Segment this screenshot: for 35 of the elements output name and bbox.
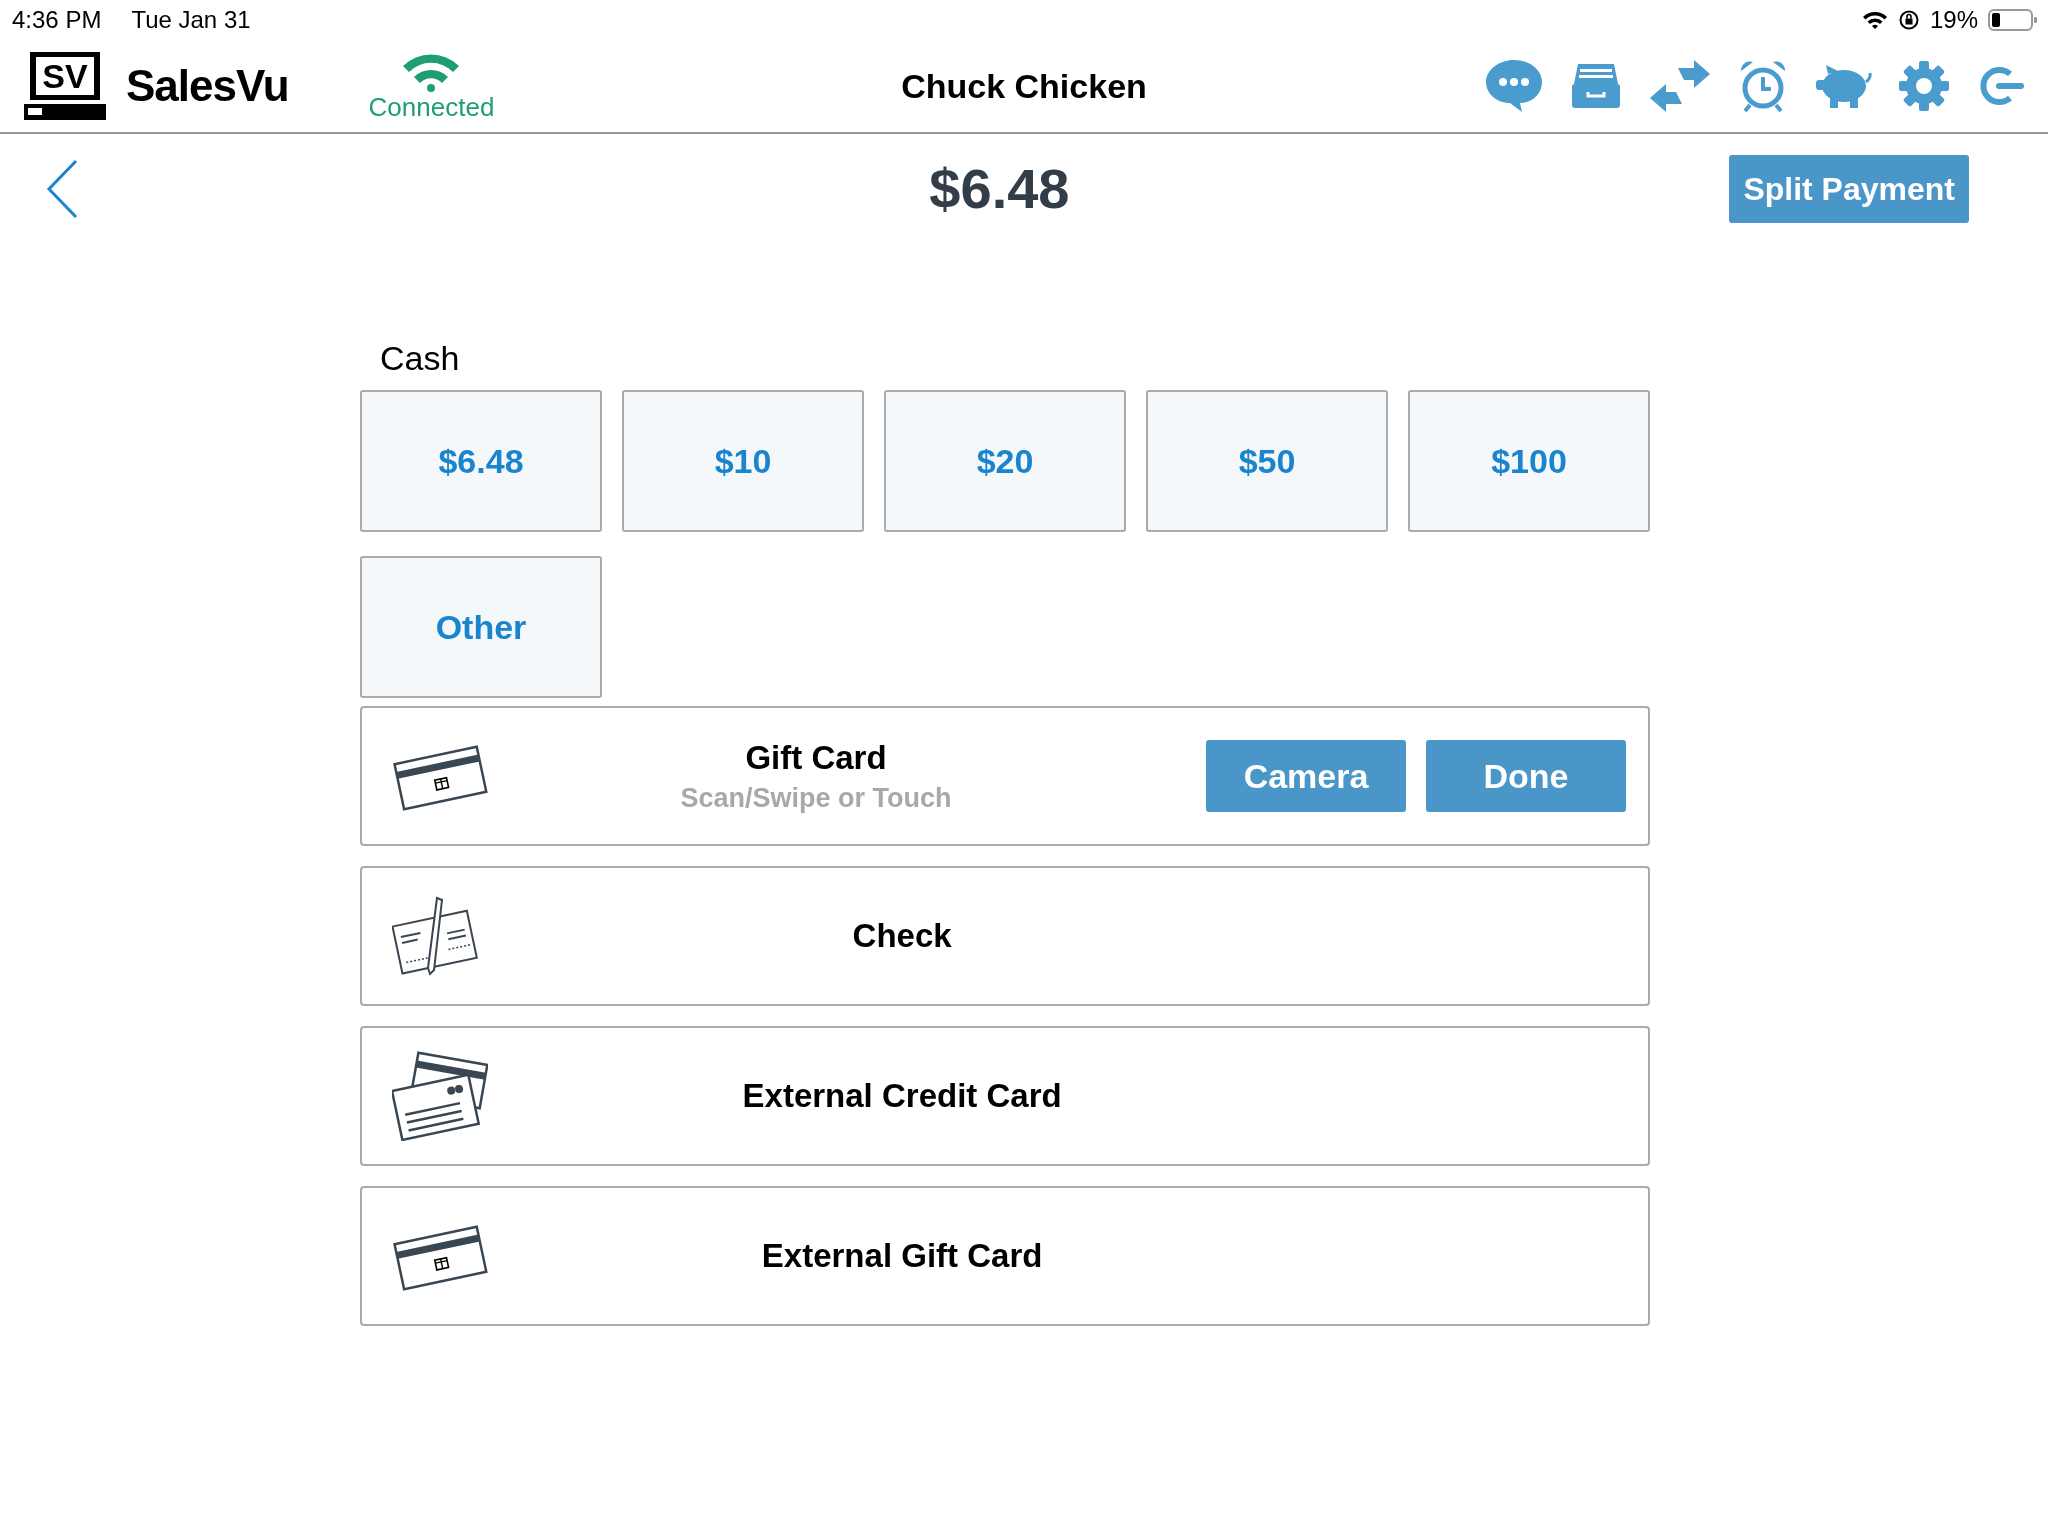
piggy-bank-icon[interactable] bbox=[1814, 62, 1872, 110]
check-with-pen-icon bbox=[392, 894, 478, 978]
payment-method-row[interactable]: Check bbox=[360, 866, 1650, 1006]
payment-method-label: External Gift Card bbox=[761, 1237, 1043, 1275]
status-time: 4:36 PM bbox=[12, 6, 102, 34]
cash-label: Cash bbox=[380, 339, 461, 378]
battery-percent: 19% bbox=[1929, 6, 1978, 34]
swap-arrows-icon[interactable] bbox=[1648, 60, 1712, 112]
store-name: Chuck Chicken bbox=[901, 66, 1147, 106]
settings-icon[interactable] bbox=[1898, 60, 1950, 112]
battery-icon bbox=[1988, 9, 2038, 31]
connection-status: Connected bbox=[368, 91, 495, 123]
cash-amount-button[interactable]: $6.48 bbox=[360, 390, 602, 532]
payment-method-row[interactable]: External Gift Card bbox=[360, 1186, 1650, 1326]
payment-method-label: External Credit Card bbox=[742, 1077, 1062, 1115]
payment-method-row[interactable]: External Credit Card bbox=[360, 1026, 1650, 1166]
alarm-clock-icon[interactable] bbox=[1738, 59, 1788, 113]
total-amount: $6.48 bbox=[929, 156, 1070, 221]
payment-method-label: Check bbox=[852, 917, 952, 955]
cash-amount-button[interactable]: $50 bbox=[1146, 390, 1388, 532]
cash-amount-button[interactable]: $100 bbox=[1408, 390, 1650, 532]
status-date: Tue Jan 31 bbox=[131, 6, 251, 34]
split-payment-button[interactable]: Split Payment bbox=[1729, 155, 1969, 223]
brand-name: SalesVu bbox=[126, 61, 289, 111]
payment-method-label: Gift Card bbox=[745, 738, 887, 777]
gift-card-action-button[interactable]: Camera bbox=[1206, 740, 1406, 812]
cash-amount-button[interactable]: Other bbox=[360, 556, 602, 698]
wifi-icon bbox=[1861, 10, 1888, 30]
credit-cards-icon bbox=[392, 1051, 488, 1141]
back-chevron-icon[interactable] bbox=[46, 159, 80, 219]
gift-card-action-button[interactable]: Done bbox=[1426, 740, 1626, 812]
rotation-lock-icon bbox=[1897, 9, 1920, 31]
payment-method-row[interactable]: Gift Card Scan/Swipe or Touch Camera Done bbox=[360, 706, 1650, 846]
cash-amount-button[interactable]: $20 bbox=[884, 390, 1126, 532]
cash-amount-button[interactable]: $10 bbox=[622, 390, 864, 532]
